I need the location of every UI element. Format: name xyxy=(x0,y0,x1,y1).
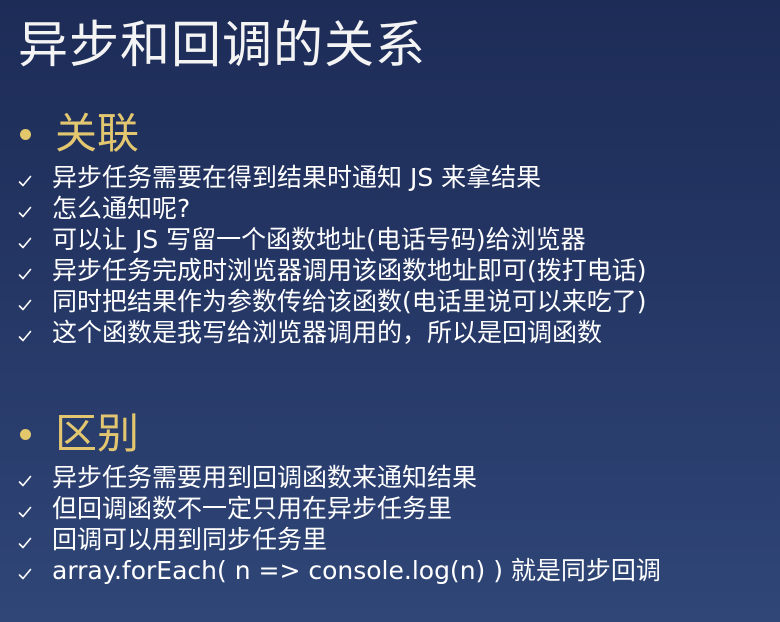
list-item: 异步任务需要在得到结果时通知 JS 来拿结果 xyxy=(18,162,778,193)
list-item-text: array.forEach( n => console.log(n) ) 就是同… xyxy=(52,556,661,585)
list-item-text: 这个函数是我写给浏览器调用的，所以是回调函数 xyxy=(52,318,603,347)
list-item-text: 但回调函数不一定只用在异步任务里 xyxy=(52,494,453,523)
dot-bullet-icon xyxy=(20,128,31,140)
checkmark-icon xyxy=(18,169,52,187)
dot-bullet-icon xyxy=(20,428,31,440)
checkmark-icon xyxy=(18,262,52,280)
bullet-list: 异步任务需要用到回调函数来通知结果 但回调函数不一定只用在异步任务里 回调可以用… xyxy=(18,462,778,586)
checkmark-icon xyxy=(18,231,52,249)
bullet-list: 异步任务需要在得到结果时通知 JS 来拿结果 怎么通知呢? 可以让 JS 写留一… xyxy=(18,162,778,348)
checkmark-icon xyxy=(18,200,52,218)
section-heading: 区别 xyxy=(55,409,140,458)
checkmark-icon xyxy=(18,531,52,549)
list-item-text: 异步任务完成时浏览器调用该函数地址即可(拨打电话) xyxy=(52,256,647,285)
list-item-text: 同时把结果作为参数传给该函数(电话里说可以来吃了) xyxy=(52,287,647,316)
list-item: 异步任务完成时浏览器调用该函数地址即可(拨打电话) xyxy=(18,255,778,286)
list-item-text: 怎么通知呢? xyxy=(52,194,191,223)
section-difference: 区别 异步任务需要用到回调函数来通知结果 但回调函数不一定只用在异步任务里 回调… xyxy=(18,406,778,586)
list-item-text: 异步任务需要用到回调函数来通知结果 xyxy=(52,463,478,492)
section-heading-row: 区别 xyxy=(18,406,778,462)
checkmark-icon xyxy=(18,324,52,342)
section-relation: 关联 异步任务需要在得到结果时通知 JS 来拿结果 怎么通知呢? 可以让 JS … xyxy=(18,106,778,348)
checkmark-icon xyxy=(18,293,52,311)
list-item: 怎么通知呢? xyxy=(18,193,778,224)
section-heading: 关联 xyxy=(55,109,140,158)
list-item: array.forEach( n => console.log(n) ) 就是同… xyxy=(18,555,778,586)
slide-title: 异步和回调的关系 xyxy=(18,16,426,74)
list-item-text: 异步任务需要在得到结果时通知 JS 来拿结果 xyxy=(52,163,542,192)
list-item: 同时把结果作为参数传给该函数(电话里说可以来吃了) xyxy=(18,286,778,317)
checkmark-icon xyxy=(18,500,52,518)
checkmark-icon xyxy=(18,562,52,580)
section-heading-row: 关联 xyxy=(18,106,778,162)
list-item: 这个函数是我写给浏览器调用的，所以是回调函数 xyxy=(18,317,778,348)
list-item-text: 回调可以用到同步任务里 xyxy=(52,525,328,554)
slide: 异步和回调的关系 关联 异步任务需要在得到结果时通知 JS 来拿结果 怎么通知呢… xyxy=(0,0,780,622)
checkmark-icon xyxy=(18,469,52,487)
list-item-text: 可以让 JS 写留一个函数地址(电话号码)给浏览器 xyxy=(52,225,586,254)
list-item: 可以让 JS 写留一个函数地址(电话号码)给浏览器 xyxy=(18,224,778,255)
list-item: 异步任务需要用到回调函数来通知结果 xyxy=(18,462,778,493)
list-item: 但回调函数不一定只用在异步任务里 xyxy=(18,493,778,524)
list-item: 回调可以用到同步任务里 xyxy=(18,524,778,555)
